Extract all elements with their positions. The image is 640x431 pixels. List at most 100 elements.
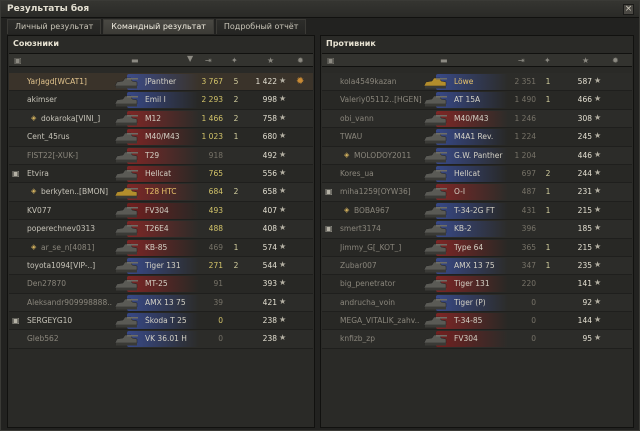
- medal-icon[interactable]: ✹: [297, 56, 304, 65]
- player-row[interactable]: big_penetrator Tiger 131 220 141 ★: [322, 275, 632, 294]
- player-name[interactable]: dokaroka[VINI_]: [41, 114, 119, 123]
- damage-value: 684: [208, 187, 223, 197]
- tank-icon: [114, 96, 138, 107]
- player-name[interactable]: obi_vann: [340, 114, 428, 123]
- damage-value: 1 204: [514, 150, 536, 160]
- player-row[interactable]: Gleb562 VK 36.01 H 0 238 ★: [9, 330, 313, 349]
- player-name[interactable]: Zubar007: [340, 261, 428, 270]
- player-name[interactable]: Cent_45rus: [27, 132, 119, 141]
- player-row[interactable]: obi_vann M40/M43 1 246 308 ★: [322, 109, 632, 129]
- damage-value: 39: [213, 297, 223, 307]
- tank-icon: [423, 114, 447, 126]
- player-row[interactable]: Kores_ua Hellcat 697 2 244 ★: [322, 164, 632, 184]
- player-name[interactable]: TWAU: [340, 132, 428, 141]
- medal-icon[interactable]: ✹: [612, 56, 619, 65]
- achievement-medal-icon[interactable]: ✹: [296, 76, 308, 87]
- player-name[interactable]: Kores_ua: [340, 169, 428, 178]
- player-row[interactable]: Den27870 MT-25 91 393 ★: [9, 275, 313, 294]
- star-icon: ★: [279, 241, 287, 251]
- player-row[interactable]: knfizb_zp FV304 0 95 ★: [322, 330, 632, 349]
- player-row[interactable]: Cent_45rus M40/M43 1 023 1 680 ★: [9, 128, 313, 147]
- player-name[interactable]: MOLODOY2011: [354, 151, 428, 160]
- player-name[interactable]: Den27870: [27, 279, 119, 288]
- player-row[interactable]: FIST22[-XUK-] T29 918 492 ★: [9, 146, 313, 165]
- player-row[interactable]: akimser Emil I 2 293 2 998 ★: [9, 91, 313, 110]
- player-row[interactable]: ◈ MOLODOY2011 G.W. Panther 1 204 446 ★: [322, 146, 632, 165]
- player-name[interactable]: MEGA_VITALIK_zahv..: [340, 316, 428, 325]
- xp-value: 587: [577, 77, 592, 86]
- xp-icon[interactable]: ★: [582, 56, 589, 65]
- player-name[interactable]: miha1259[OYW36]: [340, 187, 428, 196]
- player-name[interactable]: YarJagd[WCAT1]: [27, 77, 119, 86]
- star-icon: ★: [594, 315, 602, 325]
- player-row[interactable]: KV077 FV304 493 407 ★: [9, 201, 313, 221]
- kills-icon[interactable]: ✦: [231, 56, 238, 65]
- player-row[interactable]: ▣ smert3174 KB-2 396 185 ★: [322, 220, 632, 239]
- tank-icon[interactable]: ▬: [440, 56, 448, 65]
- player-name[interactable]: BOBA967: [354, 206, 428, 215]
- player-row[interactable]: MEGA_VITALIK_zahv.. T-34-85 0 144 ★: [322, 312, 632, 331]
- star-icon: ★: [279, 259, 287, 269]
- player-row[interactable]: ▣ SERGEYG10 Škoda T 25 0 238 ★: [9, 312, 313, 331]
- tab-personal-result[interactable]: Личный результат: [7, 19, 102, 34]
- player-name[interactable]: andrucha_voin: [340, 298, 428, 307]
- player-name[interactable]: knfizb_zp: [340, 334, 428, 343]
- player-name[interactable]: akimser: [27, 95, 119, 104]
- player-name[interactable]: FIST22[-XUK-]: [27, 151, 119, 160]
- player-name[interactable]: ar_se_n[4081]: [41, 243, 119, 252]
- player-row[interactable]: Aleksandr909998888.. AMX 13 75 39 421 ★: [9, 293, 313, 313]
- kills-value: 2: [233, 187, 239, 197]
- player-row[interactable]: ◈ ar_se_n[4081] KB-85 469 1 574 ★: [9, 238, 313, 257]
- damage-icon[interactable]: ⇥: [518, 56, 525, 65]
- star-icon: ★: [279, 167, 287, 177]
- player-row[interactable]: ◈ dokaroka[VINI_] M12 1 466 2 758 ★: [9, 109, 313, 129]
- star-icon: ★: [594, 94, 602, 104]
- player-row[interactable]: kola4549kazan Löwe 2 351 1 587 ★: [322, 73, 632, 92]
- damage-value: 1 023: [201, 132, 223, 142]
- xp-icon[interactable]: ★: [267, 56, 274, 65]
- player-name[interactable]: Gleb562: [27, 334, 119, 343]
- kills-value: 1: [545, 260, 551, 270]
- player-name[interactable]: SERGEYG10: [27, 316, 119, 325]
- player-name[interactable]: Jimmy_G[_KOT_]: [340, 243, 428, 252]
- tank-name: O-I: [454, 187, 466, 197]
- damage-value: 1 490: [514, 95, 536, 105]
- tab-team-result[interactable]: Командный результат: [103, 19, 214, 34]
- player-row[interactable]: Zubar007 AMX 13 75 347 1 235 ★: [322, 256, 632, 276]
- player-row[interactable]: toyota1094[VIP-..] Tiger 131 271 2 544 ★: [9, 256, 313, 276]
- player-row[interactable]: ◈ berkyten..[BMON] T28 HTC 684 2 658 ★: [9, 183, 313, 202]
- player-name[interactable]: kola4549kazan: [340, 77, 428, 86]
- damage-icon[interactable]: ⇥: [205, 56, 212, 65]
- player-row[interactable]: ▣ Etvira Hellcat 765 556 ★: [9, 164, 313, 184]
- kills-value: 1: [545, 95, 551, 105]
- tank-icon: [423, 243, 447, 255]
- player-row[interactable]: andrucha_voin Tiger (P) 0 92 ★: [322, 293, 632, 313]
- player-name[interactable]: KV077: [27, 206, 119, 215]
- player-row[interactable]: YarJagd[WCAT1] JPanther 3 767 5 1 422 ★ ✹: [9, 73, 313, 92]
- close-button[interactable]: ×: [623, 4, 634, 15]
- damage-value: 488: [208, 224, 223, 234]
- kills-icon[interactable]: ✦: [544, 56, 551, 65]
- player-name[interactable]: poperechnev0313: [27, 224, 119, 233]
- player-name[interactable]: berkyten..[BMON]: [41, 187, 119, 196]
- player-name[interactable]: toyota1094[VIP-..]: [27, 261, 119, 270]
- player-name[interactable]: Etvira: [27, 169, 119, 178]
- platoon-icon[interactable]: ▣: [14, 56, 22, 65]
- player-name[interactable]: Valeriy05112..[HGEN]: [340, 95, 428, 104]
- tank-name: VK 36.01 H: [145, 334, 187, 344]
- star-icon: ★: [594, 76, 602, 85]
- player-row[interactable]: Valeriy05112..[HGEN] AT 15A 1 490 1 466 ★: [322, 91, 632, 110]
- tank-icon: [114, 114, 138, 126]
- tank-icon[interactable]: ▬: [131, 56, 139, 65]
- player-row[interactable]: ▣ miha1259[OYW36] O-I 487 1 231 ★: [322, 183, 632, 202]
- tank-icon: [114, 151, 138, 163]
- player-row[interactable]: Jimmy_G[_KOT_] Type 64 365 1 215 ★: [322, 238, 632, 257]
- player-row[interactable]: ◈ BOBA967 T-34-2G FT 431 1 215 ★: [322, 201, 632, 221]
- player-name[interactable]: big_penetrator: [340, 279, 428, 288]
- platoon-icon[interactable]: ▣: [327, 56, 335, 65]
- player-name[interactable]: Aleksandr909998888..: [27, 298, 119, 307]
- player-row[interactable]: poperechnev0313 T26E4 488 408 ★: [9, 220, 313, 239]
- player-name[interactable]: smert3174: [340, 224, 428, 233]
- tab-detailed-report[interactable]: Подробный отчёт: [215, 19, 307, 34]
- player-row[interactable]: TWAU M4A1 Rev. 1 224 245 ★: [322, 128, 632, 147]
